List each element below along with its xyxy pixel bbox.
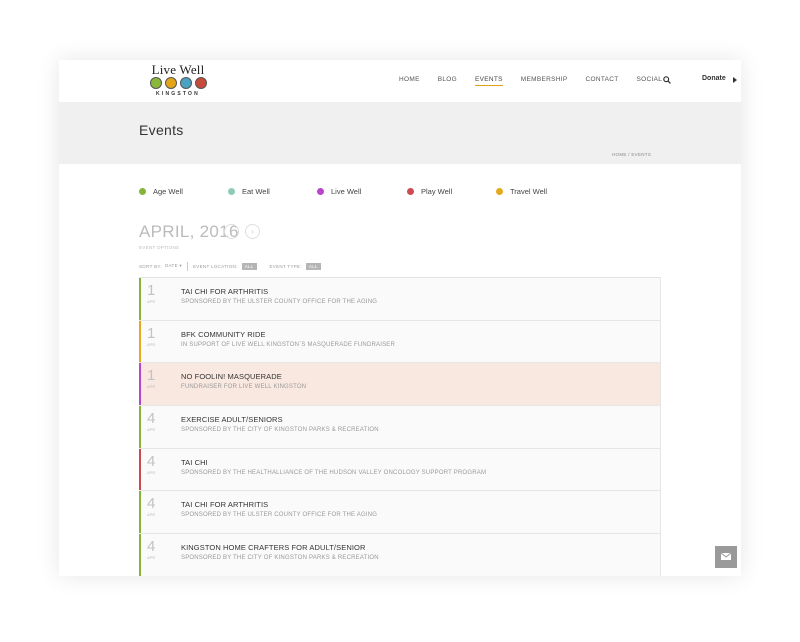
event-category-bar <box>139 491 141 534</box>
caret-right-icon <box>733 77 737 83</box>
site-header: Live Well KINGSTON HOME BLOG EVENTS MEMB… <box>59 60 741 102</box>
event-subtitle: IN SUPPORT OF LIVE WELL KINGSTON`S MASQU… <box>181 341 396 348</box>
event-subtitle: SPONSORED BY THE CITY OF KINGSTON PARKS … <box>181 555 379 562</box>
event-category-bar <box>139 534 141 576</box>
legend-item-travel-well[interactable]: Travel Well <box>496 187 586 196</box>
logo-title: Live Well <box>151 62 205 77</box>
page-title-band: Events HOME / EVENTS <box>59 102 741 164</box>
event-subtitle: SPONSORED BY THE ULSTER COUNTY OFFICE FO… <box>181 512 378 519</box>
legend-label: Eat Well <box>242 187 270 196</box>
event-month: APR <box>147 341 156 347</box>
location-select[interactable]: ALL <box>241 262 257 270</box>
sort-select[interactable]: DATE ▾ <box>165 263 182 269</box>
nav-blog[interactable]: BLOG <box>438 76 457 83</box>
contact-button[interactable] <box>715 546 737 568</box>
nav-contact[interactable]: CONTACT <box>585 76 618 83</box>
main-nav: HOME BLOG EVENTS MEMBERSHIP CONTACT SOCI… <box>399 76 680 86</box>
logo-icons <box>145 77 211 91</box>
event-list: 1 APR TAI CHI FOR ARTHRITIS SPONSORED BY TH… <box>139 277 661 576</box>
event-day: 4 <box>147 410 156 428</box>
sort-label: SORT BY: <box>139 263 162 269</box>
event-title[interactable]: BFK COMMUNITY RIDE <box>181 330 266 339</box>
legend-label: Live Well <box>331 187 362 196</box>
event-row[interactable]: 1 APR BFK COMMUNITY RIDE IN SUPPORT OF LIVE… <box>139 320 661 364</box>
legend-dot-icon <box>407 188 414 195</box>
event-title[interactable]: TAI CHI FOR ARTHRITIS <box>181 500 268 509</box>
legend-label: Play Well <box>421 187 453 196</box>
event-row[interactable]: 1 APR TAI CHI FOR ARTHRITIS SPONSORED BY TH… <box>139 278 661 321</box>
event-subtitle: SPONSORED BY THE ULSTER COUNTY OFFICE FO… <box>181 299 378 305</box>
event-title[interactable]: KINGSTON HOME CRAFTERS FOR ADULT/SENIOR <box>181 543 365 552</box>
nav-events[interactable]: EVENTS <box>474 76 503 86</box>
donate-button[interactable]: Donate <box>702 75 726 82</box>
event-day: 4 <box>147 495 156 513</box>
event-day: 4 <box>147 538 156 556</box>
legend-item-age-well[interactable]: Age Well <box>139 187 228 196</box>
nav-membership[interactable]: MEMBERSHIP <box>521 76 568 83</box>
event-month: APR <box>147 555 156 561</box>
event-row[interactable]: 4 APR KINGSTON HOME CRAFTERS FOR ADULT/SEN… <box>139 534 661 576</box>
filter-spacer <box>263 262 264 271</box>
event-month: APR <box>147 469 156 475</box>
prev-month-button[interactable]: ‹ <box>224 224 239 239</box>
search-icon[interactable] <box>663 76 671 84</box>
legend-dot-icon <box>228 188 235 195</box>
logo-circle-icon <box>194 77 207 89</box>
event-title[interactable]: EXERCISE ADULT/SENIORS <box>181 415 283 424</box>
event-month: APR <box>147 427 156 433</box>
next-month-button[interactable]: › <box>245 224 260 239</box>
event-category-bar <box>139 363 141 406</box>
event-day: 1 <box>147 282 156 299</box>
type-select[interactable]: ALL <box>305 262 321 270</box>
legend-dot-icon <box>496 188 503 195</box>
event-subtitle: SPONSORED BY THE HEALTHALLIANCE OF THE H… <box>181 469 487 476</box>
logo-circle-icon <box>179 77 192 89</box>
logo-circle-icon <box>149 77 162 89</box>
event-day: 4 <box>147 452 156 470</box>
page-title: Events <box>139 122 184 138</box>
legend-dot-icon <box>139 188 146 195</box>
location-label: EVENT LOCATION: <box>192 263 238 269</box>
logo-circle-icon <box>164 77 177 89</box>
event-row[interactable]: 4 APR EXERCISE ADULT/SENIORS SPONSORED BY T… <box>139 406 661 449</box>
nav-home[interactable]: HOME <box>399 76 420 83</box>
logo-subtitle: KINGSTON <box>156 91 200 97</box>
legend-item-eat-well[interactable]: Eat Well <box>228 187 317 196</box>
event-row[interactable]: 4 APR TAI CHI FOR ARTHRITIS SPONSORED BY TH… <box>139 491 661 535</box>
nav-social[interactable]: SOCIAL <box>637 76 663 83</box>
breadcrumb[interactable]: HOME / EVENTS <box>612 152 651 157</box>
filter-divider <box>186 261 188 271</box>
browser-frame: Live Well KINGSTON HOME BLOG EVENTS MEMB… <box>59 60 741 576</box>
event-title[interactable]: NO FOOLIN! MASQUERADE <box>181 372 282 381</box>
event-day: 1 <box>147 324 156 342</box>
event-month: APR <box>147 299 156 304</box>
legend-dot-icon <box>317 188 324 195</box>
event-title[interactable]: TAI CHI FOR ARTHRITIS <box>181 287 268 296</box>
event-category-bar <box>139 406 141 448</box>
event-category-bar <box>139 320 141 363</box>
event-month: APR <box>147 512 156 518</box>
event-category-bar <box>139 278 141 320</box>
event-day: 1 <box>147 367 156 385</box>
site-logo[interactable]: Live Well KINGSTON <box>143 62 213 100</box>
legend-item-play-well[interactable]: Play Well <box>407 187 496 196</box>
event-options-label[interactable]: EVENT OPTIONS <box>139 245 179 250</box>
event-subtitle: FUNDRAISER FOR LIVE WELL KINGSTON <box>181 384 307 391</box>
legend-label: Age Well <box>153 187 183 196</box>
event-category-bar <box>139 448 141 491</box>
mail-icon <box>721 553 731 560</box>
event-filter-bar: SORT BY: DATE ▾ EVENT LOCATION: ALL EVEN… <box>139 261 321 271</box>
category-legend: Age Well Eat Well Live Well Play Well Tr… <box>139 187 586 196</box>
event-subtitle: SPONSORED BY THE CITY OF KINGSTON PARKS … <box>181 427 379 434</box>
event-month: APR <box>147 384 156 390</box>
legend-label: Travel Well <box>510 187 548 196</box>
legend-item-live-well[interactable]: Live Well <box>317 187 407 196</box>
event-row[interactable]: 1 APR NO FOOLIN! MASQUERADE FUNDRAISER FOR … <box>139 363 661 407</box>
event-title[interactable]: TAI CHI <box>181 458 208 467</box>
type-label: EVENT TYPE: <box>269 263 302 269</box>
event-row[interactable]: 4 APR TAI CHI SPONSORED BY THE HEALTHALLIAN… <box>139 448 661 492</box>
